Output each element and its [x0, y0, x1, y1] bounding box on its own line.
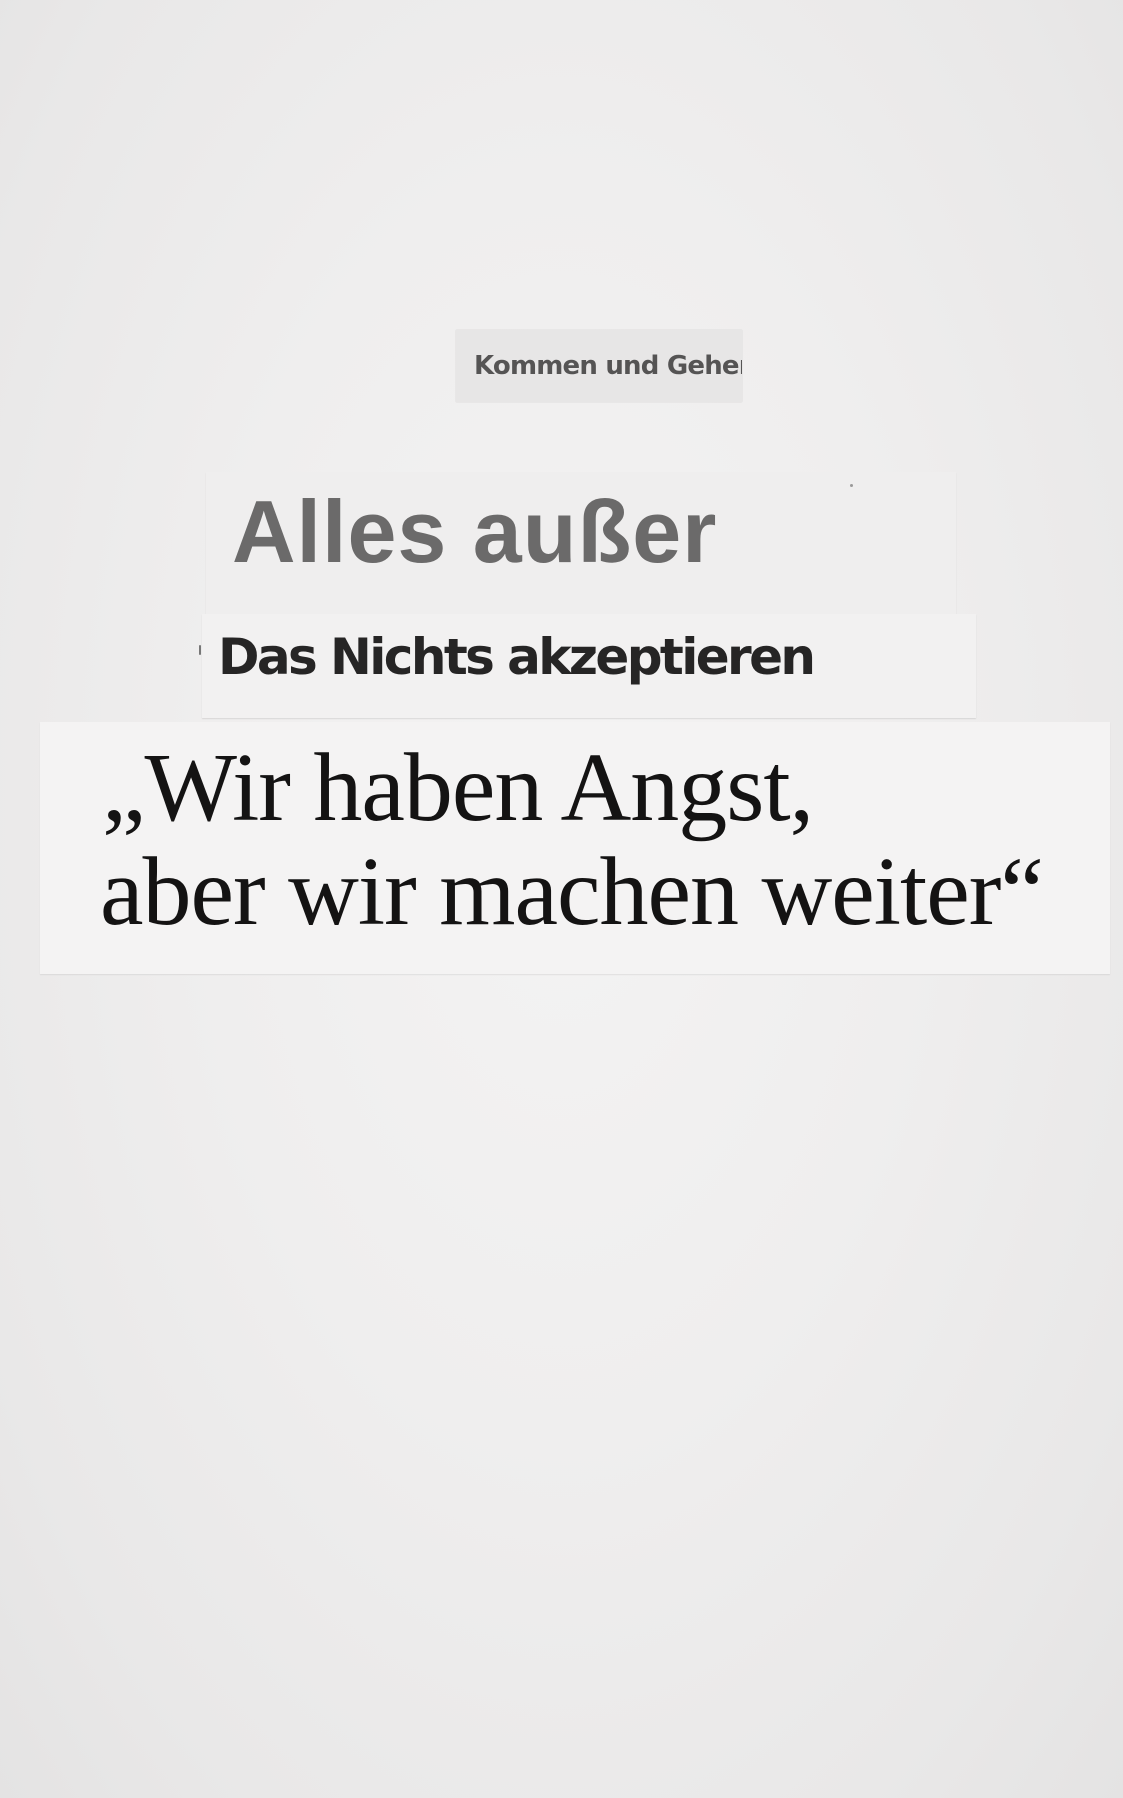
headline-text: Alles außer [232, 482, 718, 581]
quote-line-1: „Wir haben Angst, [102, 734, 814, 842]
kicker-clipping: Kommen und Gehen [456, 330, 742, 402]
kicker-text: Kommen und Gehen [474, 351, 742, 381]
headline-clipping: Alles außer [206, 472, 956, 614]
subhead-clipping: Das Nichts akzeptieren [202, 614, 976, 718]
quote-line-2: aber wir machen weiter“ [100, 838, 1044, 946]
paper-speck [199, 645, 201, 655]
paper-speck [850, 484, 853, 487]
subhead-text: Das Nichts akzeptieren [218, 628, 816, 686]
quote-clipping: „Wir haben Angst, aber wir machen weiter… [40, 722, 1110, 974]
collage-page: Kommen und Gehen Alles außer Das Nichts … [0, 0, 1123, 1798]
